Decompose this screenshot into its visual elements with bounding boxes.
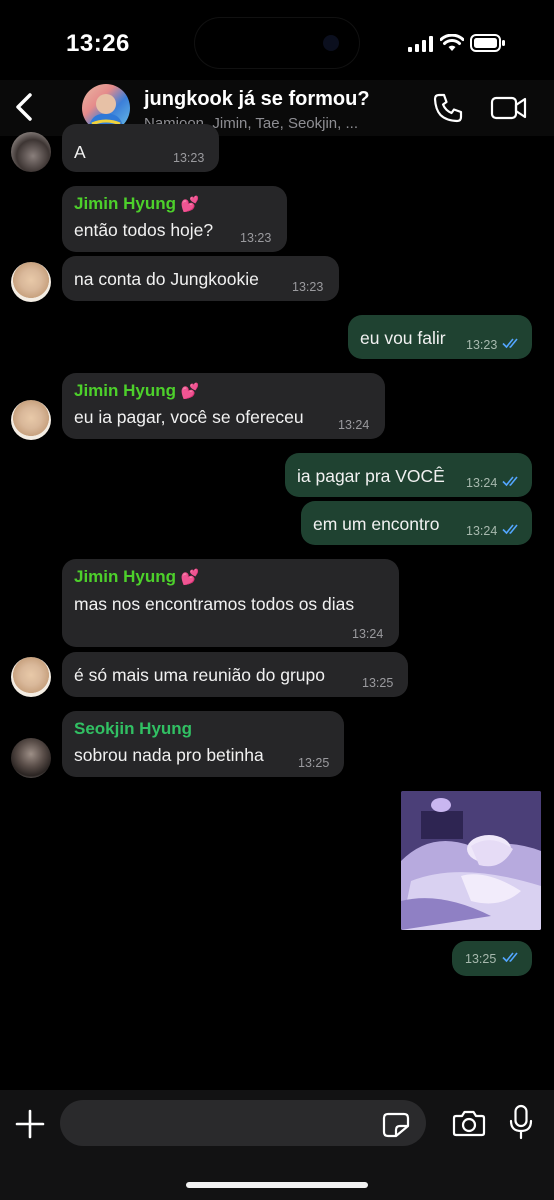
double-check-icon (502, 952, 518, 963)
message-text: eu vou falir (360, 328, 446, 348)
heart-emoji-icon: 💕 (180, 569, 200, 586)
avatar-sender[interactable] (11, 132, 51, 172)
message-bubble-incoming[interactable]: Jimin Hyung 💕 mas nos encontramos todos … (62, 559, 399, 647)
message-bubble-outgoing[interactable]: ia pagar pra VOCÊ 13:24 (285, 453, 532, 497)
status-bar: 13:26 (0, 0, 554, 88)
home-indicator[interactable] (186, 1182, 368, 1188)
message-time: 13:25 (362, 676, 394, 690)
message-text: em um encontro (313, 514, 440, 534)
message-text: mas nos encontramos todos os dias (74, 594, 355, 614)
message-bubble-incoming[interactable]: Seokjin Hyung sobrou nada pro betinha 13… (62, 711, 344, 777)
avatar-jimin[interactable] (11, 400, 51, 440)
message-time: 13:25 (298, 756, 330, 770)
video-icon[interactable] (490, 94, 528, 122)
message-bubble-outgoing[interactable]: em um encontro 13:24 (301, 501, 532, 545)
sticker-icon[interactable] (382, 1112, 410, 1138)
message-input[interactable] (60, 1100, 426, 1146)
message-text: na conta do Jungkookie (74, 269, 259, 289)
sender-name: Jimin Hyung 💕 (74, 381, 200, 400)
cellular-signal-icon (408, 36, 433, 52)
heart-emoji-icon: 💕 (180, 196, 200, 213)
message-time: 13:23 (292, 280, 324, 294)
anime-illustration-image (401, 791, 541, 930)
message-bubble-outgoing[interactable]: 13:25 (452, 941, 532, 976)
avatar-jimin[interactable] (11, 262, 51, 302)
message-time: 13:23 (240, 231, 272, 245)
microphone-icon[interactable] (508, 1104, 534, 1140)
sender-name: Jimin Hyung 💕 (74, 194, 200, 213)
sender-name: Jimin Hyung 💕 (74, 567, 200, 586)
status-time: 13:26 (66, 30, 130, 57)
message-time: 13:23 (466, 338, 498, 352)
message-text: é só mais uma reunião do grupo (74, 665, 325, 685)
battery-icon (470, 34, 505, 52)
message-text: então todos hoje? (74, 220, 214, 240)
chat-title[interactable]: jungkook já se formou? (144, 88, 370, 111)
message-text: A (74, 142, 86, 162)
wifi-icon (440, 34, 464, 51)
message-text: eu ia pagar, você se ofereceu (74, 407, 304, 427)
sender-name: Seokjin Hyung (74, 719, 193, 738)
message-time: 13:23 (173, 151, 205, 165)
image-message[interactable] (401, 791, 541, 930)
message-time: 13:24 (466, 524, 498, 538)
avatar-seokjin[interactable] (11, 738, 51, 778)
message-time: 13:24 (338, 418, 370, 432)
composer-bar (0, 1090, 554, 1200)
plus-icon[interactable] (14, 1108, 46, 1140)
message-text: sobrou nada pro betinha (74, 745, 264, 765)
back-chevron-icon[interactable] (10, 90, 40, 124)
camera-icon[interactable] (452, 1108, 486, 1138)
double-check-icon (502, 476, 518, 487)
message-bubble-incoming[interactable]: Jimin Hyung 💕 então todos hoje? 13:23 (62, 186, 287, 252)
double-check-icon (502, 524, 518, 535)
heart-emoji-icon: 💕 (180, 383, 200, 400)
message-time: 13:25 (465, 952, 497, 966)
message-bubble-outgoing[interactable]: eu vou falir 13:23 (348, 315, 532, 359)
message-bubble-incoming[interactable]: A 13:23 (62, 124, 219, 172)
message-bubble-incoming[interactable]: na conta do Jungkookie 13:23 (62, 256, 339, 301)
double-check-icon (502, 338, 518, 349)
front-camera (323, 35, 339, 51)
dynamic-island (195, 18, 359, 68)
phone-icon[interactable] (432, 92, 464, 124)
message-bubble-incoming[interactable]: Jimin Hyung 💕 eu ia pagar, você se ofere… (62, 373, 385, 439)
message-time: 13:24 (466, 476, 498, 490)
message-bubble-incoming[interactable]: é só mais uma reunião do grupo 13:25 (62, 652, 408, 697)
avatar-jimin[interactable] (11, 657, 51, 697)
message-text: ia pagar pra VOCÊ (297, 466, 445, 486)
message-time: 13:24 (352, 627, 384, 641)
